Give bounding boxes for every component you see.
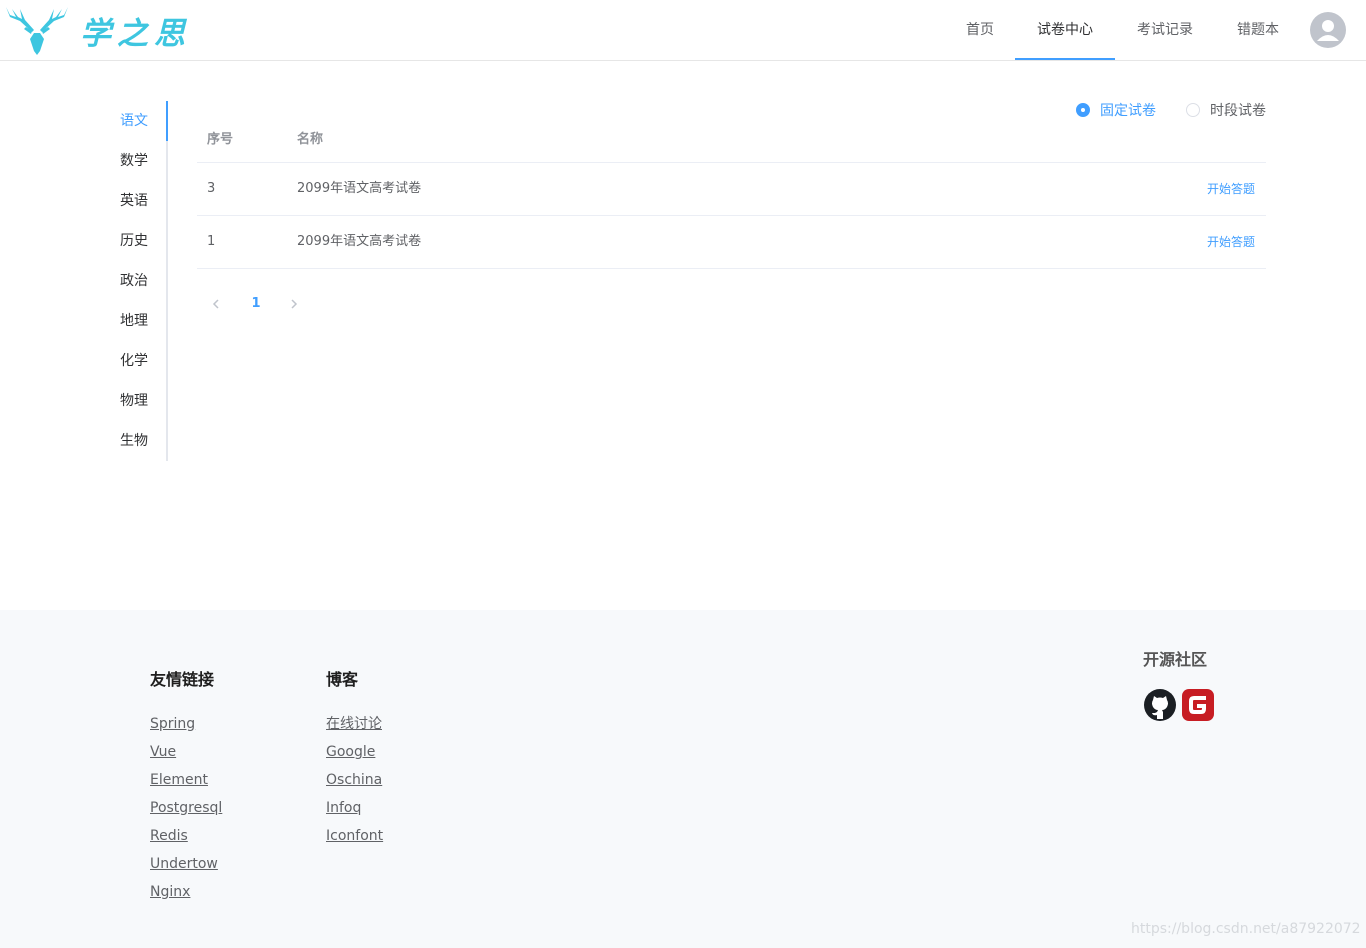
logo[interactable]: 学之思 <box>4 2 191 58</box>
next-page-button[interactable] <box>283 292 305 316</box>
subject-history[interactable]: 历史 <box>120 221 168 261</box>
subject-politics[interactable]: 政治 <box>120 261 168 301</box>
row-index: 1 <box>207 234 216 249</box>
page-number[interactable]: 1 <box>245 292 267 316</box>
blog-column: 博客 在线讨论 Google Oschina Infoq Iconfont <box>326 668 383 854</box>
radio-circle <box>1186 103 1200 117</box>
nav-wrong-questions[interactable]: 错题本 <box>1233 0 1283 60</box>
subject-geography[interactable]: 地理 <box>120 301 168 341</box>
row-name: 2099年语文高考试卷 <box>297 234 422 249</box>
radio-fixed-paper[interactable]: 固定试卷 <box>1076 102 1156 119</box>
link-online-discussion[interactable]: 在线讨论 <box>326 714 383 742</box>
chevron-left-icon <box>212 299 219 309</box>
subject-menu: 语文 数学 英语 历史 政治 地理 化学 物理 生物 <box>110 101 168 461</box>
friend-links-column: 友情链接 Spring Vue Element Postgresql Redis… <box>150 668 222 910</box>
subject-biology[interactable]: 生物 <box>120 421 168 461</box>
watermark: https://blog.csdn.net/a87922072 <box>1131 921 1361 937</box>
open-source-community: 开源社区 <box>1143 648 1223 722</box>
footer: 友情链接 Spring Vue Element Postgresql Redis… <box>0 610 1366 948</box>
blog-title: 博客 <box>326 670 359 689</box>
logo-text: 学之思 <box>80 15 191 52</box>
community-title: 开源社区 <box>1143 650 1208 669</box>
link-nginx[interactable]: Nginx <box>150 882 222 910</box>
subject-english[interactable]: 英语 <box>120 181 168 221</box>
row-index: 3 <box>207 181 216 196</box>
subject-physics[interactable]: 物理 <box>120 381 168 421</box>
table-row: 3 2099年语文高考试卷 开始答题 <box>197 163 1266 216</box>
paper-table: 序号 名称 3 2099年语文高考试卷 开始答题 1 2099年语文高考试卷 开… <box>197 117 1266 269</box>
radio-timed-paper[interactable]: 时段试卷 <box>1186 102 1266 119</box>
nav-exam-records[interactable]: 考试记录 <box>1133 0 1197 60</box>
subject-chinese[interactable]: 语文 <box>120 101 168 141</box>
chevron-right-icon <box>291 299 298 309</box>
link-postgresql[interactable]: Postgresql <box>150 798 222 826</box>
table-row: 1 2099年语文高考试卷 开始答题 <box>197 216 1266 269</box>
subject-math[interactable]: 数学 <box>120 141 168 181</box>
link-redis[interactable]: Redis <box>150 826 222 854</box>
radio-circle <box>1076 103 1090 117</box>
table-header: 序号 名称 <box>197 117 1266 163</box>
nav-home[interactable]: 首页 <box>963 0 997 60</box>
top-header: 学之思 首页 试卷中心 考试记录 错题本 <box>0 0 1366 61</box>
row-name: 2099年语文高考试卷 <box>297 181 422 196</box>
user-avatar[interactable] <box>1310 12 1346 48</box>
prev-page-button[interactable] <box>205 292 227 316</box>
start-answer-button[interactable]: 开始答题 <box>1207 216 1255 268</box>
header-index: 序号 <box>207 132 234 147</box>
deer-logo-icon <box>6 7 68 55</box>
friend-links-title: 友情链接 <box>150 670 215 689</box>
link-vue[interactable]: Vue <box>150 742 222 770</box>
user-icon <box>1317 20 1339 41</box>
start-answer-button[interactable]: 开始答题 <box>1207 163 1255 215</box>
link-oschina[interactable]: Oschina <box>326 770 383 798</box>
link-spring[interactable]: Spring <box>150 714 222 742</box>
link-undertow[interactable]: Undertow <box>150 854 222 882</box>
link-infoq[interactable]: Infoq <box>326 798 383 826</box>
header-name: 名称 <box>297 132 324 147</box>
link-element[interactable]: Element <box>150 770 222 798</box>
subject-chemistry[interactable]: 化学 <box>120 341 168 381</box>
gitee-icon[interactable] <box>1181 688 1215 722</box>
link-google[interactable]: Google <box>326 742 383 770</box>
link-iconfont[interactable]: Iconfont <box>326 826 383 854</box>
github-icon[interactable] <box>1143 688 1177 722</box>
nav-paper-center[interactable]: 试卷中心 <box>1015 0 1115 60</box>
